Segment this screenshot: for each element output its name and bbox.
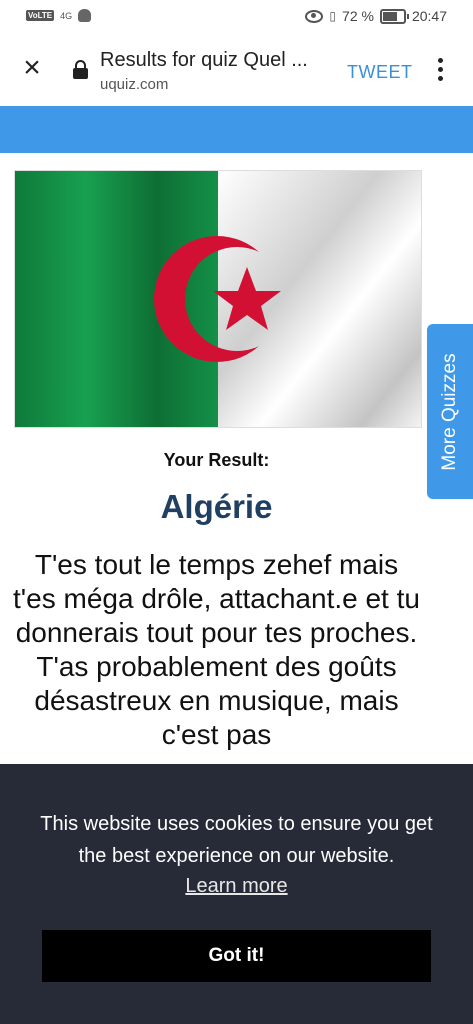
result-description: T'es tout le temps zehef mais t'es méga …	[13, 549, 420, 750]
cookie-message: This website uses cookies to ensure you …	[40, 813, 433, 867]
your-result-label: Your Result:	[163, 450, 270, 470]
result-image-flag	[14, 170, 422, 428]
snapchat-icon	[78, 9, 92, 22]
more-quizzes-label: More Quizzes	[439, 352, 460, 471]
tweet-button[interactable]: TWEET	[347, 62, 413, 83]
battery-icon	[379, 8, 409, 24]
cookie-banner: This website uses cookies to ensure you …	[0, 764, 473, 1024]
status-bar: VoLTE 4G ▯ 72 % 20:47	[0, 0, 473, 34]
close-icon[interactable]: ×	[18, 53, 46, 83]
page-url[interactable]: uquiz.com	[100, 76, 168, 93]
result-title: Algérie	[160, 488, 273, 525]
status-right: ▯ 72 % 20:47	[305, 8, 447, 24]
site-header-bar	[0, 106, 473, 153]
eye-icon	[305, 9, 324, 23]
volte-badge: VoLTE	[26, 10, 55, 21]
status-left: VoLTE 4G	[26, 9, 92, 22]
lock-icon[interactable]	[73, 60, 88, 79]
signal-icon: 4G	[60, 10, 73, 21]
learn-more-link[interactable]: Learn more	[0, 875, 473, 898]
vibrate-icon: ▯	[329, 9, 337, 23]
battery-percent: 72 %	[342, 8, 374, 24]
more-options-icon[interactable]	[436, 58, 446, 84]
browser-toolbar: × Results for quiz Quel ... uquiz.com TW…	[0, 34, 473, 106]
more-quizzes-tab[interactable]: More Quizzes	[427, 324, 473, 499]
accept-cookies-button[interactable]: Got it!	[42, 930, 431, 982]
clock: 20:47	[411, 8, 447, 24]
page-title[interactable]: Results for quiz Quel ...	[100, 49, 330, 72]
